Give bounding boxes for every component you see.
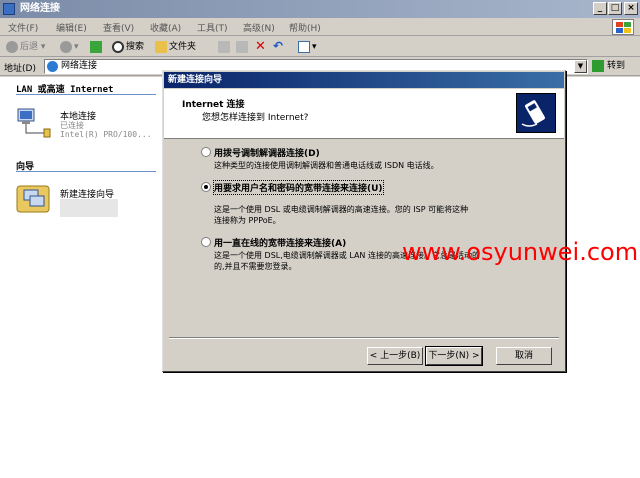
wizard-item-description bbox=[60, 199, 118, 217]
menu-favorites[interactable]: 收藏(A) bbox=[150, 21, 181, 34]
close-button[interactable]: × bbox=[624, 2, 638, 15]
option-dialup-label[interactable]: 用拨号调制解调器连接(D) bbox=[214, 146, 320, 159]
menu-view[interactable]: 查看(V) bbox=[103, 21, 134, 34]
dialog-title: 新建连接向导 bbox=[164, 72, 564, 88]
toolbar: 后退 ▾ ▾ 搜索 文件夹 ✕ ↶ ▾ bbox=[0, 37, 640, 57]
option-pppoe-label[interactable]: 用要求用户名和密码的宽带连接来连接(U) bbox=[213, 180, 384, 195]
network-folder-icon bbox=[3, 3, 15, 15]
forward-arrow-icon bbox=[60, 40, 72, 53]
option-dialup-radio[interactable] bbox=[201, 147, 211, 157]
back-arrow-icon bbox=[6, 40, 18, 53]
back-step-button[interactable]: < 上一步(B) bbox=[367, 347, 423, 365]
search-button[interactable]: 搜索 bbox=[112, 39, 144, 55]
views-button[interactable]: ▾ bbox=[298, 39, 317, 55]
cancel-button[interactable]: 取消 bbox=[496, 347, 552, 365]
address-dropdown-button[interactable]: ▼ bbox=[574, 60, 587, 73]
option-pppoe-radio[interactable] bbox=[201, 182, 211, 192]
new-connection-wizard-dialog: 新建连接向导 Internet 连接 您想怎样连接到 Internet? 用拨号… bbox=[162, 70, 566, 372]
delete-icon: ✕ bbox=[255, 39, 266, 54]
undo-icon: ↶ bbox=[273, 39, 284, 53]
go-arrow-icon bbox=[592, 59, 604, 72]
new-connection-wizard-icon[interactable] bbox=[16, 182, 52, 216]
dialog-header: Internet 连接 您想怎样连接到 Internet? bbox=[164, 89, 564, 139]
address-value: 网络连接 bbox=[61, 61, 98, 71]
views-icon bbox=[298, 40, 310, 53]
search-icon bbox=[112, 40, 124, 53]
folders-button[interactable]: 文件夹 bbox=[155, 39, 196, 55]
phone-connection-icon bbox=[516, 93, 556, 133]
section-divider bbox=[16, 171, 156, 172]
dialog-heading: Internet 连接 bbox=[182, 100, 245, 110]
menu-file[interactable]: 文件(F) bbox=[8, 21, 38, 34]
option-always-on-radio[interactable] bbox=[201, 237, 211, 247]
delete-button[interactable]: ✕ bbox=[255, 39, 266, 55]
undo-button[interactable]: ↶ bbox=[273, 39, 283, 55]
copy-to-button[interactable] bbox=[236, 39, 250, 55]
back-button[interactable]: 后退 ▾ bbox=[6, 39, 45, 55]
option-pppoe-desc-2: 连接称为 PPPoE。 bbox=[214, 216, 281, 225]
folder-icon bbox=[155, 40, 167, 53]
lan-connection-icon[interactable] bbox=[16, 105, 52, 139]
menu-tools[interactable]: 工具(T) bbox=[197, 21, 228, 34]
minimize-button[interactable]: _ bbox=[593, 2, 607, 15]
menu-advanced[interactable]: 高级(N) bbox=[243, 21, 275, 34]
option-always-on-desc-2: 的,并且不需要您登录。 bbox=[214, 262, 297, 271]
windows-logo-icon bbox=[612, 19, 634, 35]
option-pppoe-desc-1: 这是一个使用 DSL 或电缆调制解调器的高速连接。您的 ISP 可能将这种 bbox=[214, 205, 469, 214]
next-step-button[interactable]: 下一步(N) > bbox=[425, 346, 483, 366]
forward-button[interactable]: ▾ bbox=[60, 39, 79, 55]
chevron-down-icon: ▼ bbox=[577, 62, 584, 70]
watermark-text: www.osyunwei.com bbox=[402, 238, 639, 266]
maximize-button[interactable]: □ bbox=[608, 2, 622, 15]
up-arrow-icon bbox=[90, 40, 102, 53]
window-title: 网络连接 bbox=[20, 3, 60, 14]
option-dialup-desc: 这种类型的连接使用调制解调器和普通电话线或 ISDN 电话线。 bbox=[214, 161, 439, 170]
dialog-separator bbox=[169, 337, 559, 339]
go-button[interactable]: 转到 bbox=[592, 59, 625, 74]
address-label: 地址(D) bbox=[4, 64, 36, 74]
copy-to-icon bbox=[236, 40, 248, 53]
lan-connection-device: Intel(R) PRO/100... bbox=[60, 130, 152, 139]
network-icon bbox=[47, 61, 58, 72]
menu-bar: 文件(F) 编辑(E) 查看(V) 收藏(A) 工具(T) 高级(N) 帮助(H… bbox=[0, 18, 640, 36]
up-folder-button[interactable] bbox=[90, 39, 104, 55]
move-to-button[interactable] bbox=[218, 39, 232, 55]
window-titlebar: 网络连接 bbox=[0, 0, 640, 18]
menu-help[interactable]: 帮助(H) bbox=[289, 21, 321, 34]
move-to-icon bbox=[218, 40, 230, 53]
section-divider bbox=[16, 94, 156, 95]
dialog-subheading: 您想怎样连接到 Internet? bbox=[202, 113, 309, 123]
menu-edit[interactable]: 编辑(E) bbox=[56, 21, 87, 34]
option-always-on-label[interactable]: 用一直在线的宽带连接来连接(A) bbox=[214, 236, 346, 249]
